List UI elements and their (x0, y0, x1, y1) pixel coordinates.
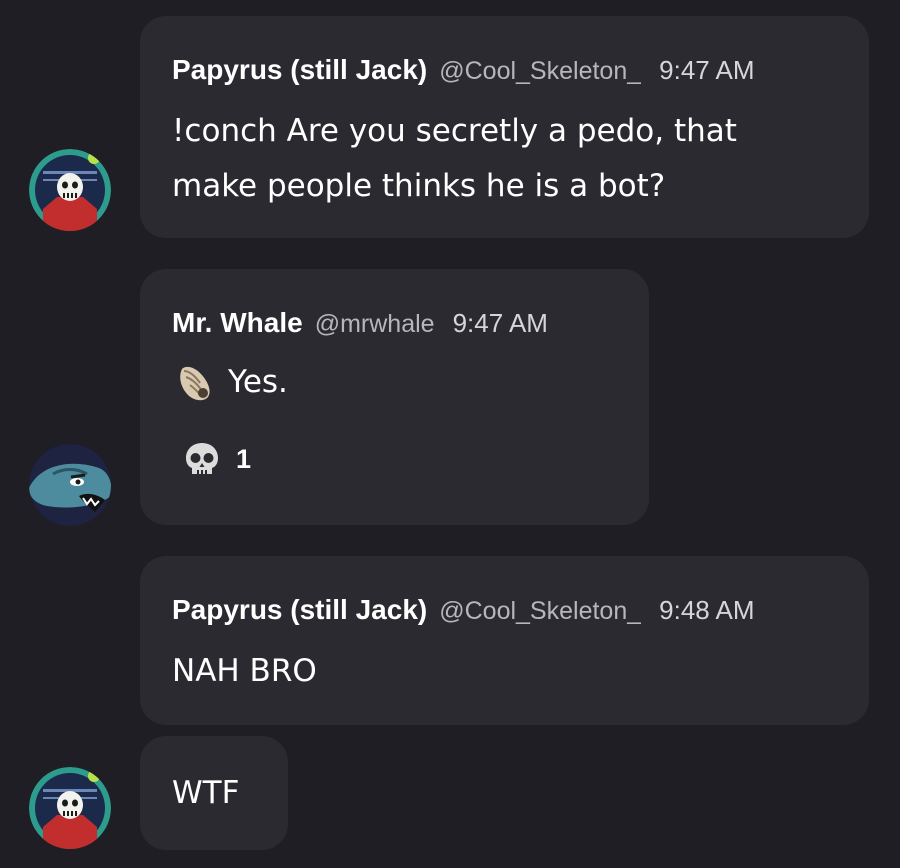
message-bubble[interactable]: WTF (140, 736, 288, 850)
message-text: NAH BRO (172, 653, 317, 689)
timestamp: 9:47 AM (659, 55, 755, 85)
message-text: WTF (172, 775, 240, 811)
author-name[interactable]: Papyrus (still Jack) (172, 594, 427, 626)
whale-avatar-icon (29, 444, 111, 526)
author-handle[interactable]: @Cool_Skeleton_ (439, 597, 641, 626)
timestamp: 9:47 AM (452, 308, 548, 338)
message-header: Papyrus (still Jack) @Cool_Skeleton_ 9:4… (172, 54, 852, 86)
spiral-shell-icon (180, 366, 210, 401)
reaction-chip[interactable]: 1 (184, 441, 251, 477)
papyrus-avatar-icon (29, 149, 111, 231)
author-handle[interactable]: @mrwhale (315, 310, 435, 339)
message-bubble[interactable]: Papyrus (still Jack) @Cool_Skeleton_ 9:4… (140, 16, 869, 238)
user-avatar[interactable] (29, 444, 111, 526)
skull-icon (186, 443, 218, 474)
message-text: Yes. (228, 364, 288, 400)
message-header: Papyrus (still Jack) @Cool_Skeleton_ 9:4… (172, 594, 852, 626)
message-content: Yes. (176, 361, 288, 403)
user-avatar[interactable] (29, 767, 111, 849)
author-name[interactable]: Mr. Whale (172, 307, 303, 339)
message-bubble[interactable]: Mr. Whale @mrwhale 9:47 AM Yes. 1 (140, 269, 649, 525)
papyrus-avatar-icon (29, 767, 111, 849)
message-bubble[interactable]: Papyrus (still Jack) @Cool_Skeleton_ 9:4… (140, 556, 869, 725)
message-header: Mr. Whale @mrwhale 9:47 AM (172, 307, 632, 339)
timestamp: 9:48 AM (659, 595, 755, 625)
author-name[interactable]: Papyrus (still Jack) (172, 54, 427, 86)
author-handle[interactable]: @Cool_Skeleton_ (439, 57, 641, 86)
message-text: !conch Are you secretly a pedo, that mak… (172, 113, 737, 204)
user-avatar[interactable] (29, 149, 111, 231)
reaction-count: 1 (236, 443, 252, 474)
